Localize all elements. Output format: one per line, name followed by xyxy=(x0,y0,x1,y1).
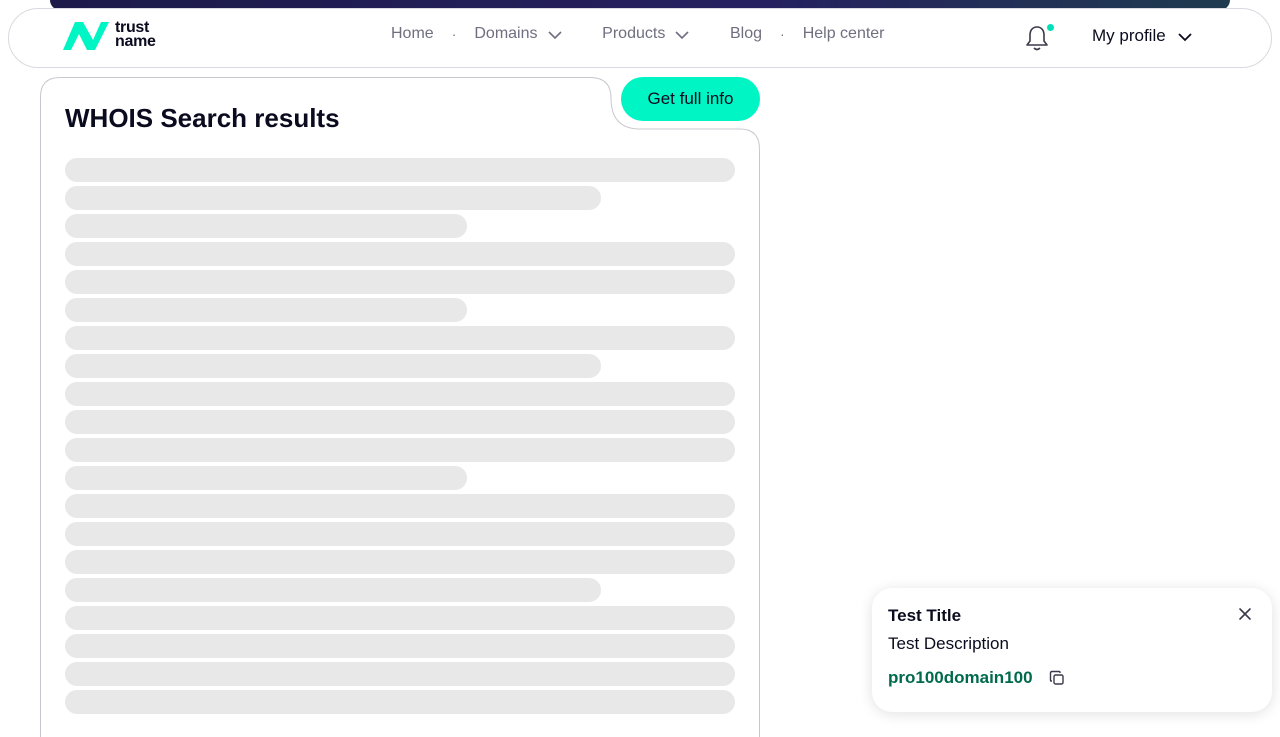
copy-button[interactable] xyxy=(1049,670,1065,686)
notification-dot xyxy=(1047,24,1054,31)
skeleton-line xyxy=(65,214,467,238)
toast-description: Test Description xyxy=(888,634,1009,653)
logo[interactable]: trust name xyxy=(61,18,156,52)
skeleton-line xyxy=(65,382,735,406)
skeleton-line xyxy=(65,438,735,462)
notifications-button[interactable] xyxy=(1025,24,1054,54)
profile-menu-button[interactable]: My profile xyxy=(1092,26,1192,46)
get-full-info-button[interactable]: Get full info xyxy=(621,77,760,121)
copy-icon xyxy=(1049,670,1064,685)
logo-text: trust name xyxy=(115,20,156,50)
skeleton-line xyxy=(65,186,601,210)
nav-item-products[interactable]: Products xyxy=(602,25,689,43)
whois-results-card: WHOIS Search results Get full info xyxy=(40,77,760,737)
bell-icon xyxy=(1026,26,1048,51)
page-title: WHOIS Search results xyxy=(65,103,340,133)
toast-close-button[interactable] xyxy=(1238,607,1252,621)
nav-item-home[interactable]: Home xyxy=(391,25,434,43)
toast-notification: Test Title Test Description pro100domain… xyxy=(872,588,1272,712)
skeleton-line xyxy=(65,298,467,322)
nav-separator: · xyxy=(451,26,457,42)
skeleton-line xyxy=(65,662,735,686)
main-nav: Home · Domains · Products · Blog · Help … xyxy=(391,25,885,43)
navbar: trust name Home · Domains · Products · B… xyxy=(8,8,1272,68)
skeleton-line xyxy=(65,466,467,490)
skeleton-line xyxy=(65,634,735,658)
nav-item-domains[interactable]: Domains xyxy=(474,25,562,43)
skeleton-line xyxy=(65,690,735,714)
toast-title: Test Title xyxy=(888,606,962,625)
toast-code: pro100domain100 xyxy=(888,668,1033,687)
nav-item-label: Domains xyxy=(474,25,538,42)
nav-item-label: Products xyxy=(602,25,666,42)
skeleton-line xyxy=(65,242,735,266)
nav-item-help-center[interactable]: Help center xyxy=(803,25,885,43)
close-icon xyxy=(1239,608,1251,620)
nav-item-label: Help center xyxy=(802,25,885,42)
logo-line-2: name xyxy=(115,33,156,50)
chevron-down-icon xyxy=(1178,32,1192,41)
chevron-down-icon xyxy=(675,30,689,39)
nav-item-blog[interactable]: Blog xyxy=(730,25,762,43)
skeleton-line xyxy=(65,410,735,434)
nav-item-label: Home xyxy=(391,25,434,42)
skeleton-line xyxy=(65,578,601,602)
nav-item-label: Blog xyxy=(729,25,763,42)
skeleton-line xyxy=(65,494,735,518)
skeleton-line xyxy=(65,550,735,574)
skeleton-line xyxy=(65,326,735,350)
profile-label: My profile xyxy=(1092,26,1166,45)
skeleton-line xyxy=(65,270,735,294)
chevron-down-icon xyxy=(547,30,562,39)
skeleton-line xyxy=(65,522,735,546)
nav-separator: · xyxy=(780,26,785,42)
skeleton-line xyxy=(65,606,735,630)
skeleton-line xyxy=(65,354,601,378)
logo-mark-icon xyxy=(63,22,109,50)
skeleton-line xyxy=(65,158,735,182)
